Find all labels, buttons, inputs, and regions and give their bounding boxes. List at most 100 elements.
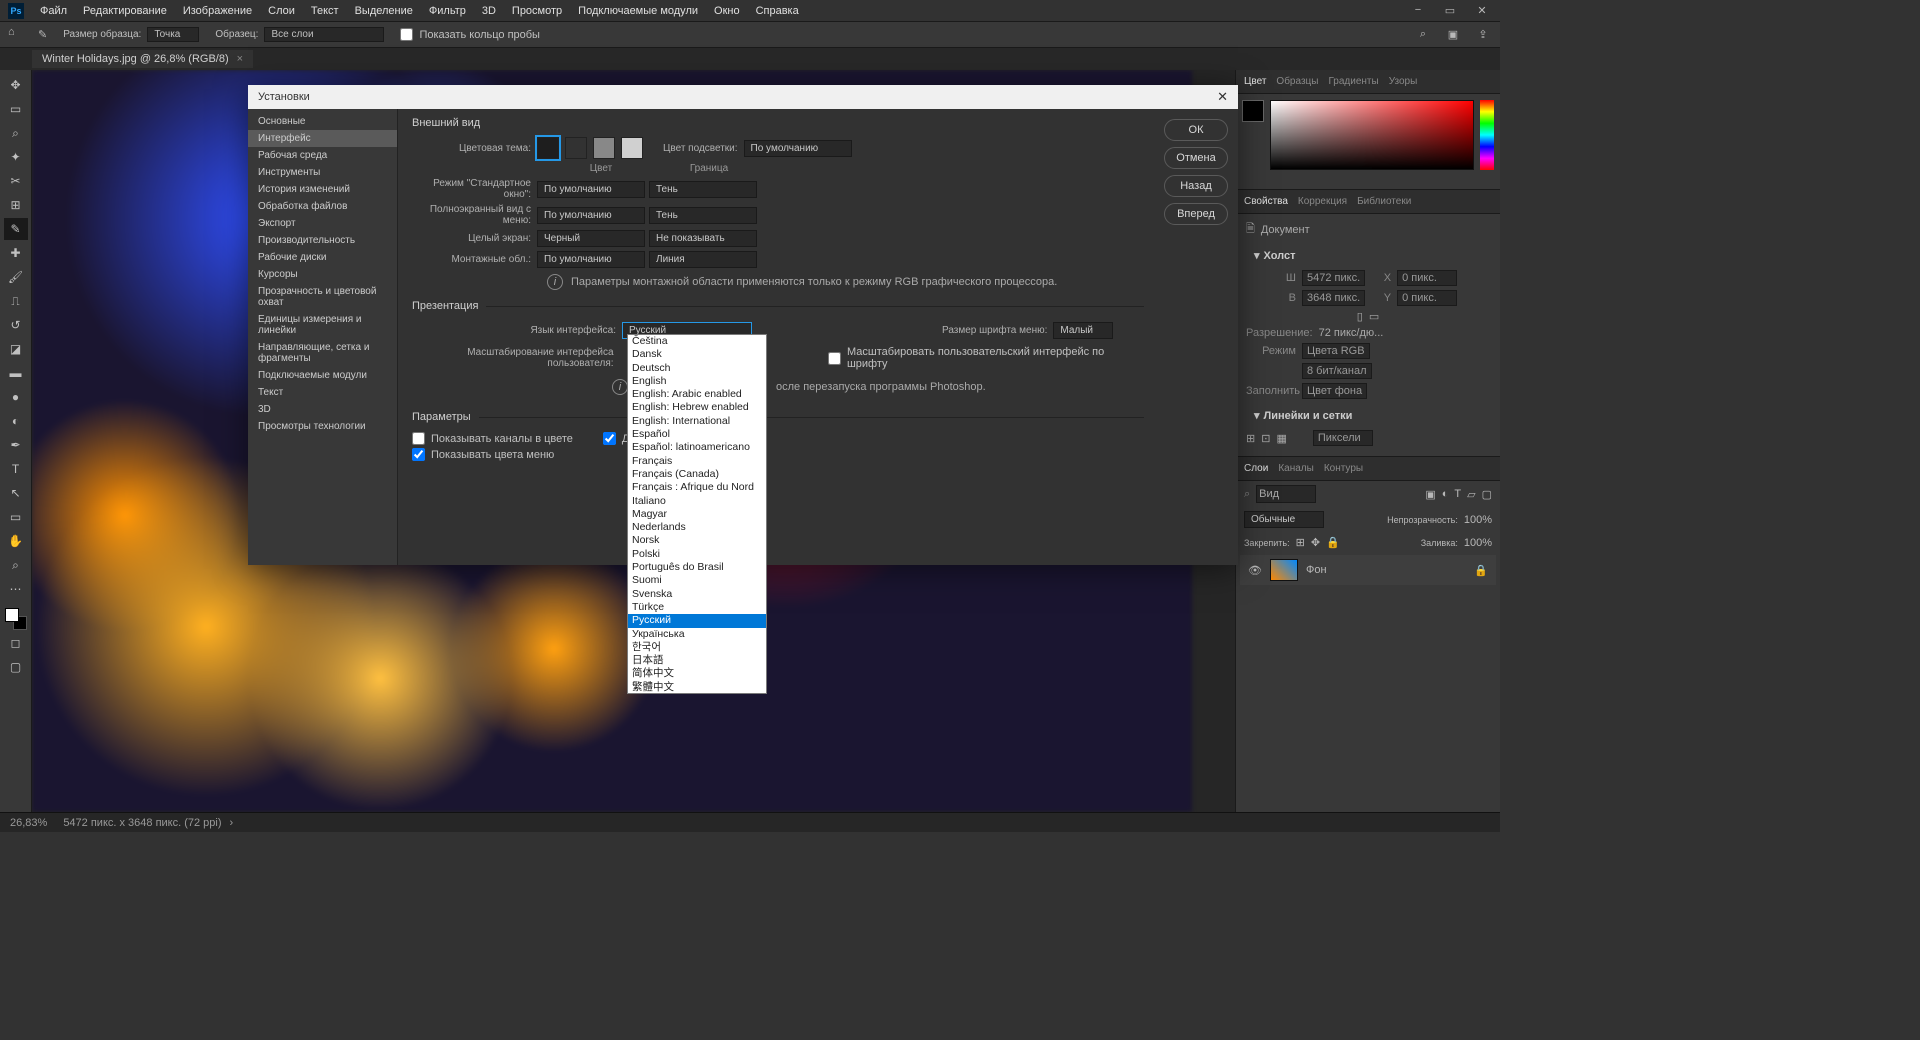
window-close[interactable]: ✕: [1472, 4, 1492, 17]
height-value[interactable]: 3648 пикс.: [1302, 290, 1365, 306]
language-option[interactable]: Français : Afrique du Nord: [628, 481, 766, 494]
font-size-select[interactable]: Малый: [1053, 322, 1113, 339]
language-option[interactable]: Suomi: [628, 574, 766, 587]
guides-icon[interactable]: ▦: [1276, 432, 1286, 445]
tab-layers[interactable]: Слои: [1244, 463, 1268, 474]
language-option[interactable]: Norsk: [628, 534, 766, 547]
back-button[interactable]: Назад: [1164, 175, 1228, 197]
blur-tool[interactable]: ●: [4, 386, 28, 408]
filter-pixel-icon[interactable]: ▣: [1425, 488, 1435, 501]
tab-libraries[interactable]: Библиотеки: [1357, 196, 1411, 207]
info-chevron-icon[interactable]: ›: [230, 817, 234, 829]
zoom-tool[interactable]: ⌕: [4, 554, 28, 576]
prefs-category[interactable]: Инструменты: [248, 164, 397, 181]
prefs-category[interactable]: Основные: [248, 113, 397, 130]
fullscreen-border-select[interactable]: Не показывать: [649, 230, 757, 247]
orientation-landscape-icon[interactable]: ▭: [1369, 310, 1379, 323]
filter-shape-icon[interactable]: ▱: [1467, 488, 1475, 501]
menu-edit[interactable]: Редактирование: [75, 5, 175, 17]
highlight-select[interactable]: По умолчанию: [744, 140, 852, 157]
fill-opacity-value[interactable]: 100%: [1464, 537, 1492, 549]
language-option[interactable]: Svenska: [628, 588, 766, 601]
grid-icon[interactable]: ⊡: [1261, 432, 1270, 445]
frame-tool[interactable]: ⊞: [4, 194, 28, 216]
dodge-tool[interactable]: ◐: [4, 410, 28, 432]
menu-help[interactable]: Справка: [748, 5, 807, 17]
language-option[interactable]: Nederlands: [628, 521, 766, 534]
hue-slider[interactable]: [1480, 100, 1494, 170]
dynamic-checkbox[interactable]: [603, 432, 616, 445]
fg-bg-colors[interactable]: [5, 608, 27, 630]
prefs-category[interactable]: Интерфейс: [248, 130, 397, 147]
prefs-category[interactable]: Обработка файлов: [248, 198, 397, 215]
tab-properties[interactable]: Свойства: [1244, 196, 1288, 207]
menu-image[interactable]: Изображение: [175, 5, 260, 17]
brush-tool[interactable]: 🖌: [4, 266, 28, 288]
theme-dark[interactable]: [565, 137, 587, 159]
language-option[interactable]: English: Arabic enabled: [628, 388, 766, 401]
wand-tool[interactable]: ✦: [4, 146, 28, 168]
prefs-category[interactable]: Просмотры технологии: [248, 418, 397, 435]
lock-position-icon[interactable]: ✥: [1311, 536, 1320, 549]
fullmenu-border-select[interactable]: Тень: [649, 207, 757, 224]
prefs-category[interactable]: Курсоры: [248, 266, 397, 283]
window-maximize[interactable]: ▭: [1440, 4, 1460, 17]
language-option[interactable]: Deutsch: [628, 362, 766, 375]
path-tool[interactable]: ↖: [4, 482, 28, 504]
language-option[interactable]: Français: [628, 455, 766, 468]
language-option[interactable]: Italiano: [628, 495, 766, 508]
window-minimize[interactable]: −: [1408, 4, 1428, 17]
prefs-category[interactable]: Текст: [248, 384, 397, 401]
menu-layer[interactable]: Слои: [260, 5, 303, 17]
cancel-button[interactable]: Отмена: [1164, 147, 1228, 169]
filter-smart-icon[interactable]: ▢: [1482, 488, 1492, 501]
menu-select[interactable]: Выделение: [347, 5, 421, 17]
menu-plugins[interactable]: Подключаемые модули: [570, 5, 706, 17]
move-tool[interactable]: ✥: [4, 74, 28, 96]
language-option[interactable]: Čeština: [628, 335, 766, 348]
forward-button[interactable]: Вперед: [1164, 203, 1228, 225]
more-tools[interactable]: ⋯: [4, 578, 28, 600]
menu-3d[interactable]: 3D: [474, 5, 504, 17]
ruler-icon[interactable]: ⊞: [1246, 432, 1255, 445]
language-option[interactable]: 简体中文: [628, 667, 766, 680]
language-option[interactable]: Português do Brasil: [628, 561, 766, 574]
crop-tool[interactable]: ✂: [4, 170, 28, 192]
language-option[interactable]: Українська: [628, 628, 766, 641]
language-option[interactable]: Français (Canada): [628, 468, 766, 481]
pen-tool[interactable]: ✒: [4, 434, 28, 456]
workspace-icon[interactable]: ▣: [1444, 28, 1462, 41]
tab-close-icon[interactable]: ×: [237, 53, 243, 65]
search-icon[interactable]: ⌕: [1414, 28, 1432, 41]
eyedropper-tool-icon[interactable]: ✎: [38, 28, 47, 41]
prefs-category[interactable]: Рабочие диски: [248, 249, 397, 266]
layer-filter-input[interactable]: [1256, 485, 1316, 503]
language-option[interactable]: Dansk: [628, 348, 766, 361]
fullmenu-color-select[interactable]: По умолчанию: [537, 207, 645, 224]
filter-type-icon[interactable]: T: [1454, 488, 1461, 500]
language-option[interactable]: Polski: [628, 548, 766, 561]
artboard-border-select[interactable]: Линия: [649, 251, 757, 268]
eyedropper-tool[interactable]: ✎: [4, 218, 28, 240]
theme-medium[interactable]: [593, 137, 615, 159]
share-icon[interactable]: ⇪: [1474, 28, 1492, 41]
heal-tool[interactable]: ✚: [4, 242, 28, 264]
menu-file[interactable]: Файл: [32, 5, 75, 17]
eraser-tool[interactable]: ◪: [4, 338, 28, 360]
language-option[interactable]: Español: latinoamericano: [628, 441, 766, 454]
stamp-tool[interactable]: ⎍: [4, 290, 28, 312]
tab-paths[interactable]: Контуры: [1324, 463, 1363, 474]
shape-tool[interactable]: ▭: [4, 506, 28, 528]
prefs-category[interactable]: История изменений: [248, 181, 397, 198]
document-tab[interactable]: Winter Holidays.jpg @ 26,8% (RGB/8) ×: [32, 50, 253, 68]
tab-channels[interactable]: Каналы: [1278, 463, 1314, 474]
language-option[interactable]: 繁體中文: [628, 681, 766, 694]
fullscreen-color-select[interactable]: Черный: [537, 230, 645, 247]
standard-border-select[interactable]: Тень: [649, 181, 757, 198]
tab-color[interactable]: Цвет: [1244, 76, 1266, 87]
language-option[interactable]: English: [628, 375, 766, 388]
tab-adjustments[interactable]: Коррекция: [1298, 196, 1347, 207]
prefs-category[interactable]: Подключаемые модули: [248, 367, 397, 384]
tab-patterns[interactable]: Узоры: [1389, 76, 1418, 87]
prefs-category[interactable]: Экспорт: [248, 215, 397, 232]
